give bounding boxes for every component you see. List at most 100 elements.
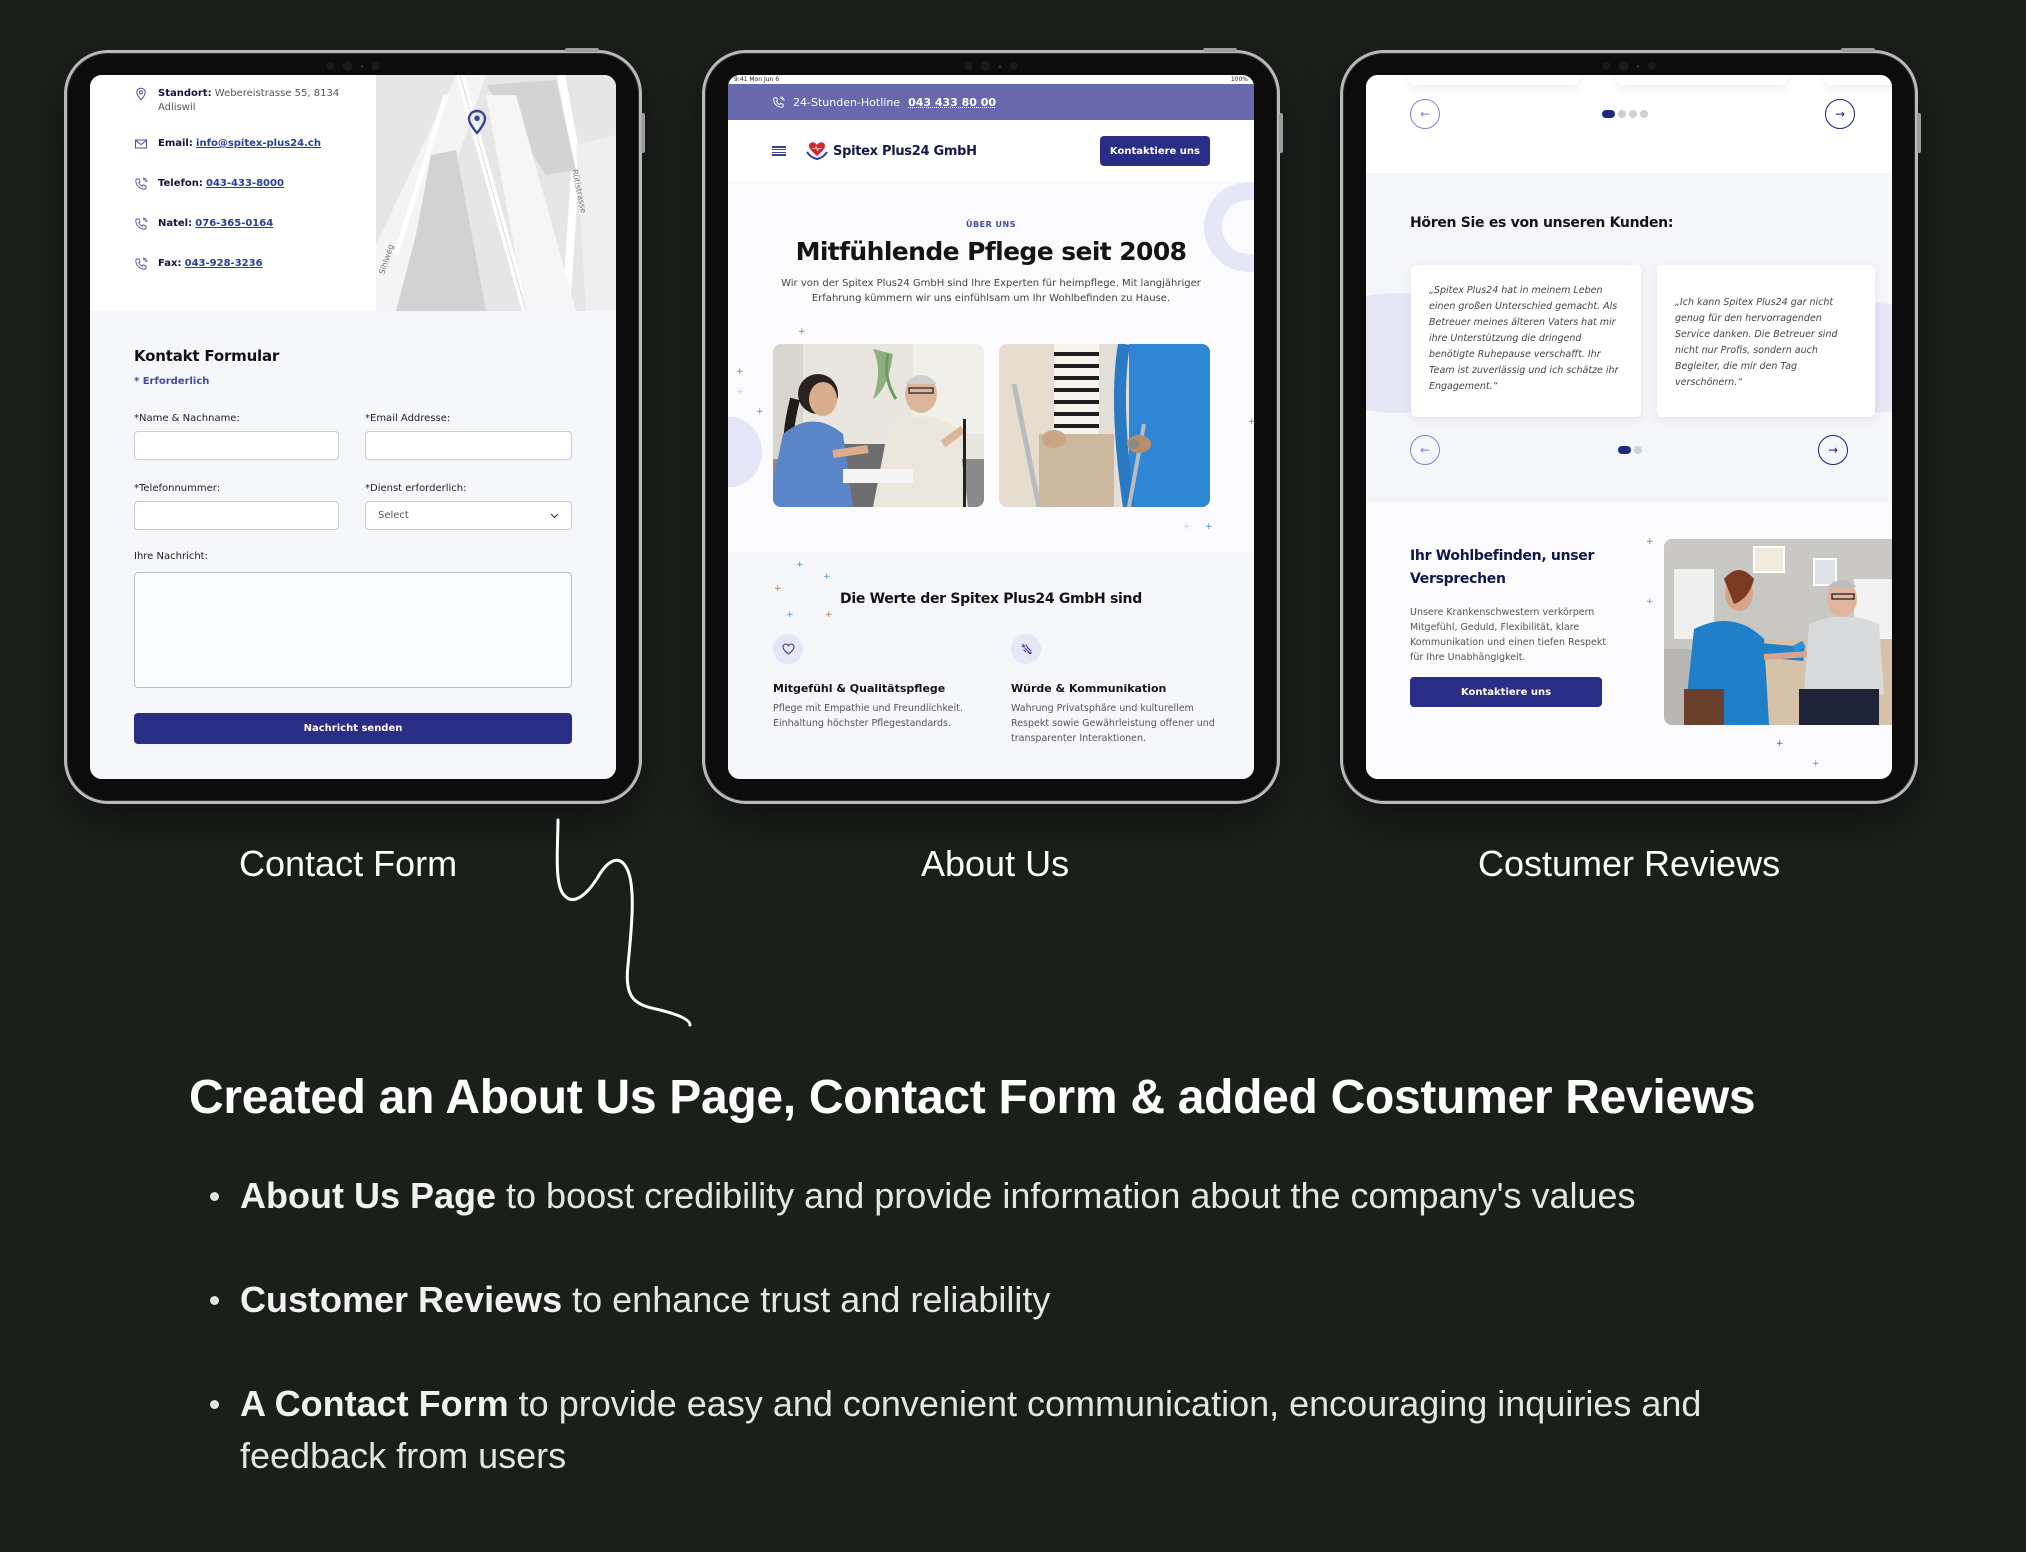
heart-icon xyxy=(781,643,795,655)
phone-label: *Telefonnummer: xyxy=(134,483,221,494)
reviews-section: Hören Sie es von unseren Kunden: „Spitex… xyxy=(1366,173,1892,503)
email-label: Email: xyxy=(158,138,193,149)
brand-logo[interactable]: Spitex Plus24 GmbH xyxy=(806,141,977,161)
bullet-highlight: Customer Reviews xyxy=(240,1279,563,1320)
arrow-right-icon: → xyxy=(1834,107,1846,121)
name-label: *Name & Nachname: xyxy=(134,413,240,424)
values-section: + + + + + Die Werte der Spitex Plus24 Gm… xyxy=(728,552,1254,779)
pagination-dot-active[interactable] xyxy=(1602,110,1615,118)
reviews-next-button[interactable]: → xyxy=(1818,435,1848,465)
value-title: Würde & Kommunikation xyxy=(1011,682,1167,695)
power-button xyxy=(1841,48,1875,52)
decorative-plus: + xyxy=(736,387,744,397)
fax-row: Fax: 043-928-3236 xyxy=(134,257,364,297)
value-text: Pflege mit Empathie und Freundlichkeit. … xyxy=(773,703,963,729)
carousel-card xyxy=(1408,75,1580,85)
fax-label: Fax: xyxy=(158,258,182,269)
phone-input[interactable] xyxy=(134,501,339,530)
email-link[interactable]: info@spitex-plus24.ch xyxy=(196,138,321,149)
decorative-plus: + xyxy=(1183,522,1191,532)
carousel-card xyxy=(1824,75,1892,85)
tablet-customer-reviews: ← → Hören Sie es von unseren Kunden: „Sp… xyxy=(1340,48,1921,804)
review-text: „Ich kann Spitex Plus24 gar nicht genug … xyxy=(1675,297,1838,388)
name-field-group: *Name & Nachname: xyxy=(134,413,339,460)
phone-icon xyxy=(135,257,148,270)
carousel-next-button[interactable]: → xyxy=(1825,99,1855,129)
phone-icon xyxy=(135,177,148,190)
contact-screen: Standort: Webereistrasse 55, 8134 Adlisw… xyxy=(90,75,616,779)
mobile-label: Natel: xyxy=(158,218,193,229)
front-camera xyxy=(1602,61,1656,71)
nurse-talking-with-senior-photo xyxy=(773,344,984,507)
summary-bullet-list: About Us Page to boost credibility and p… xyxy=(210,1170,1770,1534)
about-title: Mitfühlende Pflege seit 2008 xyxy=(795,237,1187,266)
review-text: „Spitex Plus24 hat in meinem Leben einen… xyxy=(1429,285,1619,392)
contact-info-section: Standort: Webereistrasse 55, 8134 Adlisw… xyxy=(90,75,616,311)
value-icon-badge xyxy=(773,634,803,664)
fax-link[interactable]: 043-928-3236 xyxy=(185,258,263,269)
service-selected-value: Select xyxy=(378,510,409,521)
message-textarea[interactable] xyxy=(134,572,572,688)
decorative-plus: + xyxy=(823,572,831,582)
send-message-button[interactable]: Nachricht senden xyxy=(134,713,572,744)
reviews-prev-button[interactable]: ← xyxy=(1410,435,1440,465)
about-screen: 9:41 Mon Jun 6 100% 24-Stunden-Hotline 0… xyxy=(728,75,1254,779)
caption-contact-form: Contact Form xyxy=(239,843,458,884)
pagination-dot[interactable] xyxy=(1634,446,1642,454)
status-time: 9:41 Mon Jun 6 xyxy=(734,76,780,83)
hotline-bar: 24-Stunden-Hotline 043 433 80 00 xyxy=(728,84,1254,120)
required-note: * Erforderlich xyxy=(134,376,210,387)
location-row: Standort: Webereistrasse 55, 8134 Adlisw… xyxy=(134,87,364,137)
decorative-plus: + xyxy=(796,560,804,570)
value-item: Würde & Kommunikation Wahrung Privatsphä… xyxy=(1011,634,1221,746)
email-label: *Email Addresse: xyxy=(365,413,451,424)
power-button xyxy=(1203,48,1237,52)
decorative-plus: + xyxy=(736,367,744,377)
phone-icon xyxy=(135,217,148,230)
chevron-down-icon xyxy=(550,513,559,518)
decorative-plus: + xyxy=(798,327,806,337)
bullet-highlight: A Contact Form xyxy=(240,1383,509,1424)
arrow-left-icon: ← xyxy=(1419,107,1431,121)
phone-row: Telefon: 043-433-8000 xyxy=(134,177,364,217)
phone-link[interactable]: 043-433-8000 xyxy=(206,178,284,189)
pagination-dot[interactable] xyxy=(1618,110,1626,118)
service-select[interactable]: Select xyxy=(365,501,572,530)
decorative-plus: + xyxy=(756,407,764,417)
review-card: „Ich kann Spitex Plus24 gar nicht genug … xyxy=(1657,265,1875,417)
hamburger-menu-icon[interactable] xyxy=(772,146,786,156)
volume-button xyxy=(641,113,645,153)
location-map[interactable]: Sihlweg Rütistrasse xyxy=(376,75,616,311)
mobile-row: Natel: 076-365-0164 xyxy=(134,217,364,257)
hotline-number[interactable]: 043 433 80 00 xyxy=(908,96,996,109)
power-button xyxy=(565,48,599,52)
carousel-card xyxy=(1616,75,1788,85)
name-input[interactable] xyxy=(134,431,339,460)
contact-info-list: Standort: Webereistrasse 55, 8134 Adlisw… xyxy=(134,87,364,297)
decorative-plus: + xyxy=(825,610,833,620)
message-label: Ihre Nachricht: xyxy=(134,551,208,562)
pagination-dot[interactable] xyxy=(1629,110,1637,118)
contact-form: Kontakt Formular * Erforderlich *Name & … xyxy=(90,311,616,779)
location-label: Standort: xyxy=(158,88,212,99)
caption-customer-reviews: Costumer Reviews xyxy=(1478,843,1781,884)
service-field-group: *Dienst erforderlich: Select xyxy=(365,483,572,530)
contact-us-button[interactable]: Kontaktiere uns xyxy=(1099,136,1210,166)
contact-us-button[interactable]: Kontaktiere uns xyxy=(1410,677,1602,707)
bullet-highlight: About Us Page xyxy=(240,1175,497,1216)
bullet-text: to boost credibility and provide informa… xyxy=(496,1175,1636,1216)
status-battery: 100% xyxy=(1230,76,1248,83)
arrow-left-icon: ← xyxy=(1419,443,1431,457)
review-card: „Spitex Plus24 hat in meinem Leben einen… xyxy=(1411,265,1641,417)
promise-title: Ihr Wohlbefinden, unser Versprechen xyxy=(1410,548,1595,587)
carousel-prev-button[interactable]: ← xyxy=(1410,99,1440,129)
reviews-pagination xyxy=(1618,446,1642,454)
mobile-link[interactable]: 076-365-0164 xyxy=(195,218,273,229)
decorative-circle xyxy=(728,417,762,487)
pagination-dot-active[interactable] xyxy=(1618,446,1631,454)
service-label: *Dienst erforderlich: xyxy=(365,483,467,494)
pagination-dot[interactable] xyxy=(1640,110,1648,118)
summary-bullet: A Contact Form to provide easy and conve… xyxy=(210,1378,1770,1482)
mail-icon xyxy=(135,139,147,149)
email-input[interactable] xyxy=(365,431,572,460)
